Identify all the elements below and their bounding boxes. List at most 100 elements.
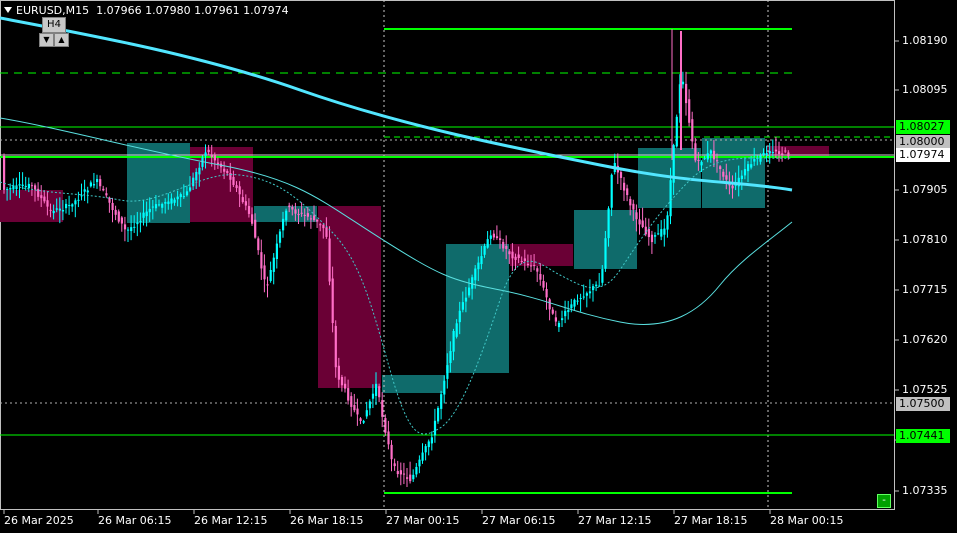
bear-candle [216, 162, 220, 164]
price-axis-label: 1.07810 [902, 233, 948, 246]
bear-candle [536, 268, 539, 272]
bear-candle [545, 289, 548, 298]
chart-window[interactable]: EURUSD,M15 1.07966 1.07980 1.07961 1.079… [0, 0, 957, 533]
bull-candle [455, 323, 458, 337]
bear-candle [731, 185, 734, 189]
bull-candle [458, 310, 461, 323]
bull-candle [18, 184, 21, 186]
price-axis-label: 1.08190 [902, 34, 948, 47]
time-axis-label: 27 Mar 00:15 [386, 514, 460, 527]
bull-candle [570, 304, 573, 309]
bear-candle [725, 175, 728, 180]
bull-candle [362, 421, 365, 423]
bull-candle [585, 293, 588, 296]
bull-candle [164, 201, 167, 204]
bull-candle [765, 152, 768, 155]
bull-candle [666, 215, 669, 230]
bear-candle [241, 197, 244, 203]
bull-candle [412, 474, 415, 480]
price-tag: 1.07441 [896, 429, 950, 443]
bear-candle [99, 179, 102, 187]
price-axis-label: 1.08095 [902, 83, 948, 96]
bear-candle [641, 220, 644, 227]
bull-candle [185, 191, 189, 196]
bull-candle [92, 184, 96, 186]
bear-candle [632, 203, 635, 210]
chart-shift-button[interactable]: - [877, 494, 891, 508]
price-tag: 1.07974 [896, 148, 950, 162]
bull-candle [204, 152, 207, 156]
chart-header: EURUSD,M15 1.07966 1.07980 1.07961 1.079… [4, 4, 289, 17]
bear-candle [774, 149, 778, 152]
bull-candle [669, 180, 672, 217]
h4-candle-box [702, 138, 765, 208]
time-axis-label: 27 Mar 12:15 [578, 514, 652, 527]
bull-candle [151, 206, 154, 208]
bull-candle [6, 189, 9, 191]
price-axis-label: 1.07905 [902, 183, 948, 196]
bull-candle [681, 81, 685, 85]
bear-candle [685, 83, 688, 104]
bull-candle [483, 245, 486, 255]
bear-candle [235, 185, 238, 189]
bull-candle [430, 437, 433, 444]
bull-candle [437, 407, 440, 422]
bear-candle [495, 236, 499, 239]
bull-candle [461, 302, 464, 310]
bull-candle [604, 238, 607, 269]
bull-candle [167, 201, 170, 205]
bear-candle [350, 396, 353, 407]
bear-candle [629, 198, 632, 206]
timeframe-down-button[interactable]: ▼ [39, 33, 54, 47]
bull-candle [660, 229, 663, 237]
bear-candle [325, 227, 328, 237]
bear-candle [313, 215, 316, 221]
bear-candle [223, 168, 226, 172]
bull-candle [753, 159, 756, 162]
bear-candle [647, 228, 650, 238]
timeframe-label[interactable]: H4 [42, 17, 66, 33]
bull-candle [173, 199, 176, 203]
bull-candle [743, 169, 747, 176]
bear-candle [356, 408, 359, 415]
bear-candle [499, 238, 502, 241]
bear-candle [232, 176, 235, 185]
bear-candle [37, 188, 40, 197]
bull-candle [68, 205, 71, 207]
bear-candle [533, 265, 536, 267]
price-axis-label: 1.07335 [902, 484, 948, 497]
bear-candle [393, 463, 396, 467]
price-tag: 1.08000 [896, 135, 950, 149]
time-axis-label: 26 Mar 18:15 [290, 514, 364, 527]
price-tag: 1.08027 [896, 120, 950, 134]
bear-candle [102, 188, 105, 191]
bear-candle [117, 211, 120, 222]
bull-candle [96, 179, 99, 183]
price-axis-label: 1.07715 [902, 283, 948, 296]
bear-candle [316, 219, 319, 222]
bull-candle [449, 351, 452, 363]
timeframe-selector[interactable]: H4 ▼ ▲ [38, 17, 70, 47]
bull-candle [567, 310, 570, 313]
price-tag: 1.07500 [896, 397, 950, 411]
bear-candle [387, 431, 390, 445]
bull-candle [182, 196, 185, 198]
bear-candle [251, 214, 254, 224]
bull-candle [176, 196, 179, 200]
chevron-down-icon[interactable] [4, 7, 12, 13]
bull-candle [750, 164, 753, 168]
bear-candle [526, 263, 530, 266]
timeframe-up-button[interactable]: ▲ [54, 33, 69, 47]
bear-candle [554, 317, 557, 322]
bear-candle [120, 217, 123, 224]
bear-candle [722, 171, 725, 177]
time-axis-label: 27 Mar 06:15 [482, 514, 556, 527]
bear-candle [399, 470, 402, 475]
bull-candle [771, 152, 774, 154]
bear-candle [719, 166, 722, 170]
bear-candle [694, 143, 697, 161]
bear-candle [712, 150, 716, 160]
price-chart[interactable] [0, 0, 957, 533]
bull-candle [740, 175, 743, 180]
bear-candle [548, 299, 551, 310]
